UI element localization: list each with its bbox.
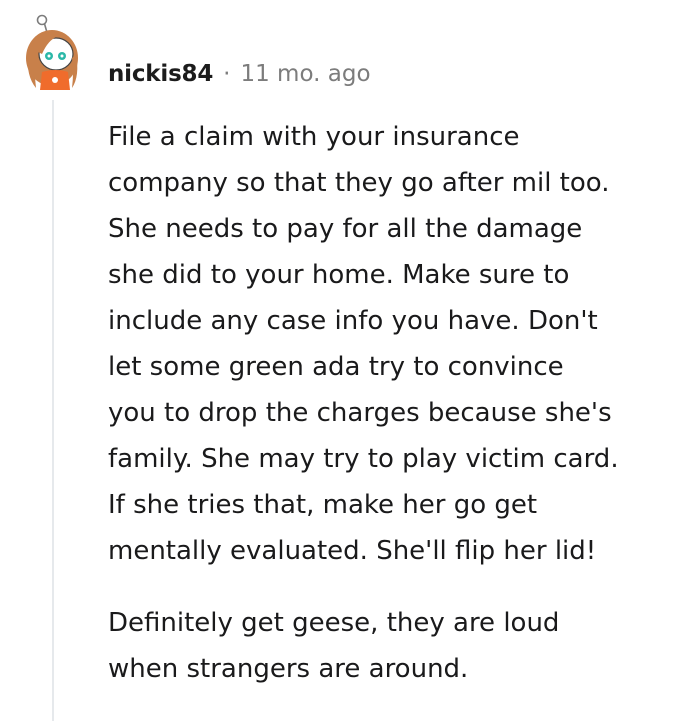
meta-separator: ·: [223, 61, 231, 87]
thread-line[interactable]: [52, 100, 54, 721]
comment-meta: nickis84 · 11 mo. ago: [108, 56, 371, 92]
snoo-avatar-icon: [26, 14, 78, 90]
comment-paragraph: Definitely get geese, they are loud when…: [108, 608, 560, 684]
comment-paragraph: File a claim with your insurance company…: [108, 122, 619, 566]
username-link[interactable]: nickis84: [108, 61, 213, 87]
comment-timestamp[interactable]: 11 mo. ago: [240, 61, 370, 87]
comment: nickis84 · 11 mo. ago File a claim with …: [0, 0, 700, 721]
comment-body: File a claim with your insurance company…: [108, 114, 688, 692]
user-avatar[interactable]: [18, 14, 88, 94]
